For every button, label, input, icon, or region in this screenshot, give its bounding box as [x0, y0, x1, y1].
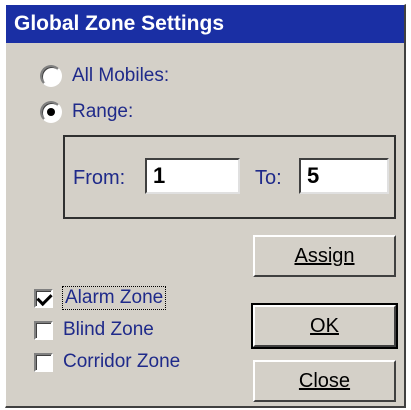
corridor-zone-label: Corridor Zone — [63, 351, 181, 372]
alarm-zone-label: Alarm Zone — [61, 286, 167, 310]
checkbox-corridor-zone[interactable]: Corridor Zone — [34, 351, 180, 373]
global-zone-settings-dialog: Global Zone Settings All Mobiles: Range:… — [5, 4, 406, 408]
dialog-title: Global Zone Settings — [6, 5, 404, 43]
radio-range[interactable]: Range: — [40, 101, 133, 123]
range-group: From: To: — [63, 135, 396, 219]
radio-all-mobiles-label: All Mobiles: — [72, 65, 170, 86]
checkbox-blind-zone[interactable]: Blind Zone — [34, 319, 154, 341]
radio-range-indicator[interactable] — [40, 101, 62, 123]
radio-all-mobiles[interactable]: All Mobiles: — [40, 65, 169, 87]
ok-button[interactable]: OK — [251, 303, 398, 349]
from-label: From: — [73, 167, 126, 189]
radio-range-label: Range: — [72, 101, 134, 122]
assign-button-label: Assign — [294, 244, 355, 267]
corridor-zone-checkbox[interactable] — [34, 352, 53, 372]
to-input[interactable] — [299, 158, 389, 194]
close-button[interactable]: Close — [253, 360, 396, 402]
ok-button-label: OK — [310, 314, 339, 337]
assign-button[interactable]: Assign — [253, 235, 396, 277]
close-button-label: Close — [298, 369, 351, 392]
from-input[interactable] — [145, 158, 240, 194]
alarm-zone-checkbox[interactable] — [34, 288, 53, 308]
to-label: To: — [255, 167, 282, 189]
blind-zone-label: Blind Zone — [63, 319, 154, 340]
radio-all-mobiles-indicator[interactable] — [40, 65, 62, 87]
blind-zone-checkbox[interactable] — [34, 320, 53, 340]
checkbox-alarm-zone[interactable]: Alarm Zone — [34, 286, 167, 310]
